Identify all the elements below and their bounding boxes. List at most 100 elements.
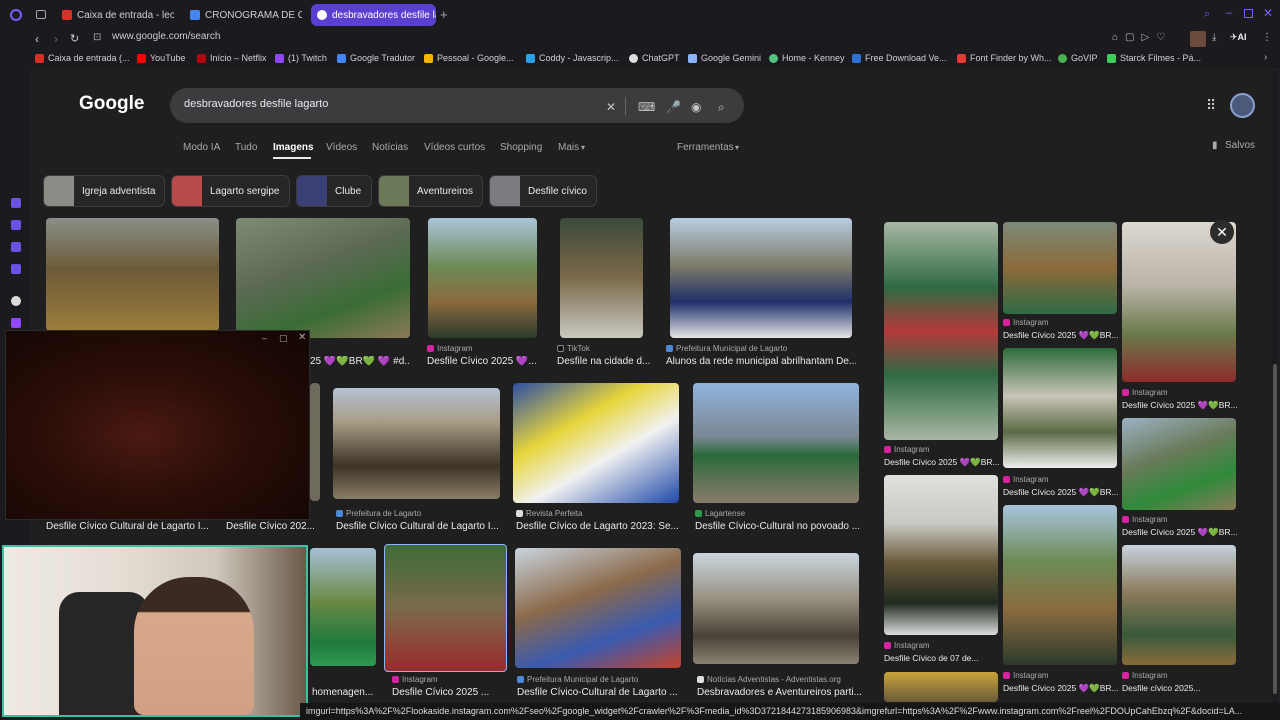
chip-igreja-adventista[interactable]: Igreja adventista — [43, 175, 165, 207]
bookmark-translate[interactable]: Google Tradutor — [337, 53, 415, 63]
microphone-icon[interactable]: 🎤 — [666, 100, 681, 114]
panel-image[interactable] — [1122, 545, 1236, 665]
ai-button[interactable]: ✈AI — [1230, 32, 1247, 43]
chip-clube[interactable]: Clube — [296, 175, 372, 207]
result-caption[interactable]: Desfile Cívico 2025 💜... — [427, 356, 545, 367]
page-info-icon[interactable]: ⊡ — [93, 32, 101, 43]
panel-caption[interactable]: Desfile Cívico 2025 💜💚BR... — [1122, 527, 1240, 538]
maximize-icon[interactable]: ▢ — [279, 333, 288, 344]
result-caption[interactable]: Desfile Cívico 202... — [226, 521, 316, 532]
result-image[interactable] — [515, 548, 681, 668]
saved-icon[interactable]: ▮ — [1212, 140, 1218, 151]
bookmark-chatgpt[interactable]: ChatGPT — [629, 53, 680, 63]
bookmark-starck[interactable]: Starck Filmes - Pá... — [1107, 53, 1201, 63]
bookmark-free-download[interactable]: Free Download Ve... — [852, 53, 947, 63]
result-caption[interactable]: Desfile Cívico 2025 ... — [392, 687, 504, 698]
forward-icon[interactable]: › — [54, 32, 58, 46]
panel-caption[interactable]: Desfile cívico 2025... — [1122, 683, 1240, 693]
chip-lagarto-sergipe[interactable]: Lagarto sergipe — [171, 175, 290, 207]
sidebar-app-icon[interactable] — [11, 264, 21, 274]
download-icon[interactable]: ⤓ — [1212, 32, 1216, 43]
new-tab-button[interactable]: + — [440, 7, 448, 22]
sidebar-app-icon[interactable] — [11, 242, 21, 252]
google-logo[interactable]: Google — [79, 93, 144, 115]
keyboard-icon[interactable]: ⌨ — [638, 100, 655, 114]
picture-in-picture-window[interactable]: – ▢ ✕ — [5, 330, 310, 520]
result-caption[interactable]: Alunos da rede municipal abrilhantam De.… — [666, 356, 856, 367]
panel-image[interactable] — [1003, 222, 1117, 314]
twitch-sidebar-icon[interactable] — [11, 318, 21, 328]
bookmark-netflix[interactable]: Início – Netflix — [197, 53, 267, 63]
url-field[interactable]: www.google.com/search — [112, 31, 220, 42]
minimize-icon[interactable]: – — [262, 333, 267, 343]
bookmark-drive[interactable]: Pessoal - Google... — [424, 53, 514, 63]
reload-icon[interactable]: ↻ — [70, 32, 79, 45]
result-image[interactable] — [670, 218, 852, 338]
tab-overview-icon[interactable] — [36, 10, 46, 19]
tab-gmail[interactable]: Caixa de entrada - leoand — [56, 4, 174, 26]
tab-docs[interactable]: CRONOGRAMA DE CADA — [184, 4, 302, 26]
result-image[interactable] — [693, 383, 859, 503]
panel-image[interactable] — [884, 672, 998, 702]
bookmark-youtube[interactable]: YouTube — [137, 53, 185, 63]
close-window-icon[interactable]: ✕ — [1263, 6, 1273, 20]
bookmarks-overflow-icon[interactable]: › — [1264, 52, 1267, 63]
result-image-selected[interactable] — [384, 544, 507, 672]
result-image[interactable] — [428, 218, 537, 338]
result-image[interactable] — [560, 218, 643, 338]
result-caption[interactable]: Desfile Cívico Cultural de Lagarto I... — [46, 521, 216, 532]
avatar[interactable] — [1190, 31, 1206, 47]
minimize-window-icon[interactable]: – — [1226, 7, 1232, 19]
result-caption[interactable]: 25 💜💚BR💚 💜 #d... — [310, 356, 410, 367]
result-caption[interactable]: Desfile Cívico Cultural de Lagarto I... — [336, 521, 501, 532]
result-caption[interactable]: Desfile Cívico-Cultural de Lagarto ... — [517, 687, 682, 698]
bookmark-twitch[interactable]: (1) Twitch — [275, 53, 327, 63]
restore-window-icon[interactable] — [1244, 9, 1253, 18]
bookmark-gmail[interactable]: Caixa de entrada (... — [35, 53, 130, 63]
tab-news[interactable]: Notícias — [372, 142, 408, 153]
bookmark-coddy[interactable]: Coddy - Javascrip... — [526, 53, 619, 63]
bookmark-gemini[interactable]: Google Gemini — [688, 53, 761, 63]
tools-button[interactable]: Ferramentas — [677, 142, 734, 153]
saved-button[interactable]: Salvos — [1225, 140, 1255, 151]
chip-desfile-civico[interactable]: Desfile cívico — [489, 175, 597, 207]
result-caption[interactable]: Desbravadores e Aventureiros parti... — [697, 687, 862, 698]
tab-shopping[interactable]: Shopping — [500, 142, 542, 153]
menu-icon[interactable]: ⋮ — [1262, 32, 1272, 43]
tab-videos[interactable]: Vídeos — [326, 142, 357, 153]
panel-caption[interactable]: Desfile Cívico 2025 💜💚BR... — [1003, 683, 1121, 694]
bookmark-govip[interactable]: GoVIP — [1058, 53, 1098, 63]
panel-image[interactable] — [1003, 505, 1117, 665]
panel-caption[interactable]: Desfile Cívico 2025 💜💚BR... — [1003, 487, 1121, 498]
panel-caption[interactable]: Desfile Cívico 2025 💜💚BR... — [1122, 400, 1240, 411]
lens-icon[interactable]: ◉ — [691, 100, 701, 114]
tab-short-videos[interactable]: Vídeos curtos — [424, 142, 485, 153]
result-image[interactable] — [693, 553, 859, 664]
panel-caption[interactable]: Desfile Cívico 2025 💜💚BR... — [884, 457, 1002, 468]
bookmark-kenney[interactable]: Home - Kenney — [769, 53, 845, 63]
panel-image[interactable] — [1122, 418, 1236, 510]
sidebar-app-icon[interactable] — [11, 220, 21, 230]
browser-logo-icon[interactable] — [10, 9, 22, 21]
result-caption[interactable]: Desfile na cidade d... — [557, 356, 657, 367]
result-image[interactable] — [333, 388, 500, 499]
tab-google-search[interactable]: desbravadores desfile lag — [311, 4, 436, 26]
search-tabs-icon[interactable]: ⌕ — [1204, 8, 1210, 21]
result-image[interactable] — [513, 383, 679, 503]
result-image[interactable] — [236, 218, 410, 338]
clear-search-icon[interactable]: ✕ — [606, 100, 616, 114]
chatgpt-sidebar-icon[interactable] — [11, 296, 21, 306]
result-image[interactable] — [46, 218, 219, 331]
close-icon[interactable]: ✕ — [298, 332, 306, 343]
scrollbar-thumb[interactable] — [1273, 364, 1277, 694]
tab-ai-mode[interactable]: Modo IA — [183, 142, 220, 153]
sidebar-app-icon[interactable] — [11, 198, 21, 208]
chip-aventureiros[interactable]: Aventureiros — [378, 175, 483, 207]
result-caption[interactable]: Desfile Cívico-Cultural no povoado ... — [695, 521, 860, 532]
tab-images[interactable]: Imagens — [273, 142, 314, 153]
panel-image[interactable] — [884, 222, 998, 440]
tab-all[interactable]: Tudo — [235, 142, 257, 153]
tab-more[interactable]: Mais — [558, 142, 579, 153]
panel-caption[interactable]: Desfile Cívico de 07 de... — [884, 653, 1002, 663]
bookmark-font-finder[interactable]: Font Finder by Wh... — [957, 53, 1052, 63]
